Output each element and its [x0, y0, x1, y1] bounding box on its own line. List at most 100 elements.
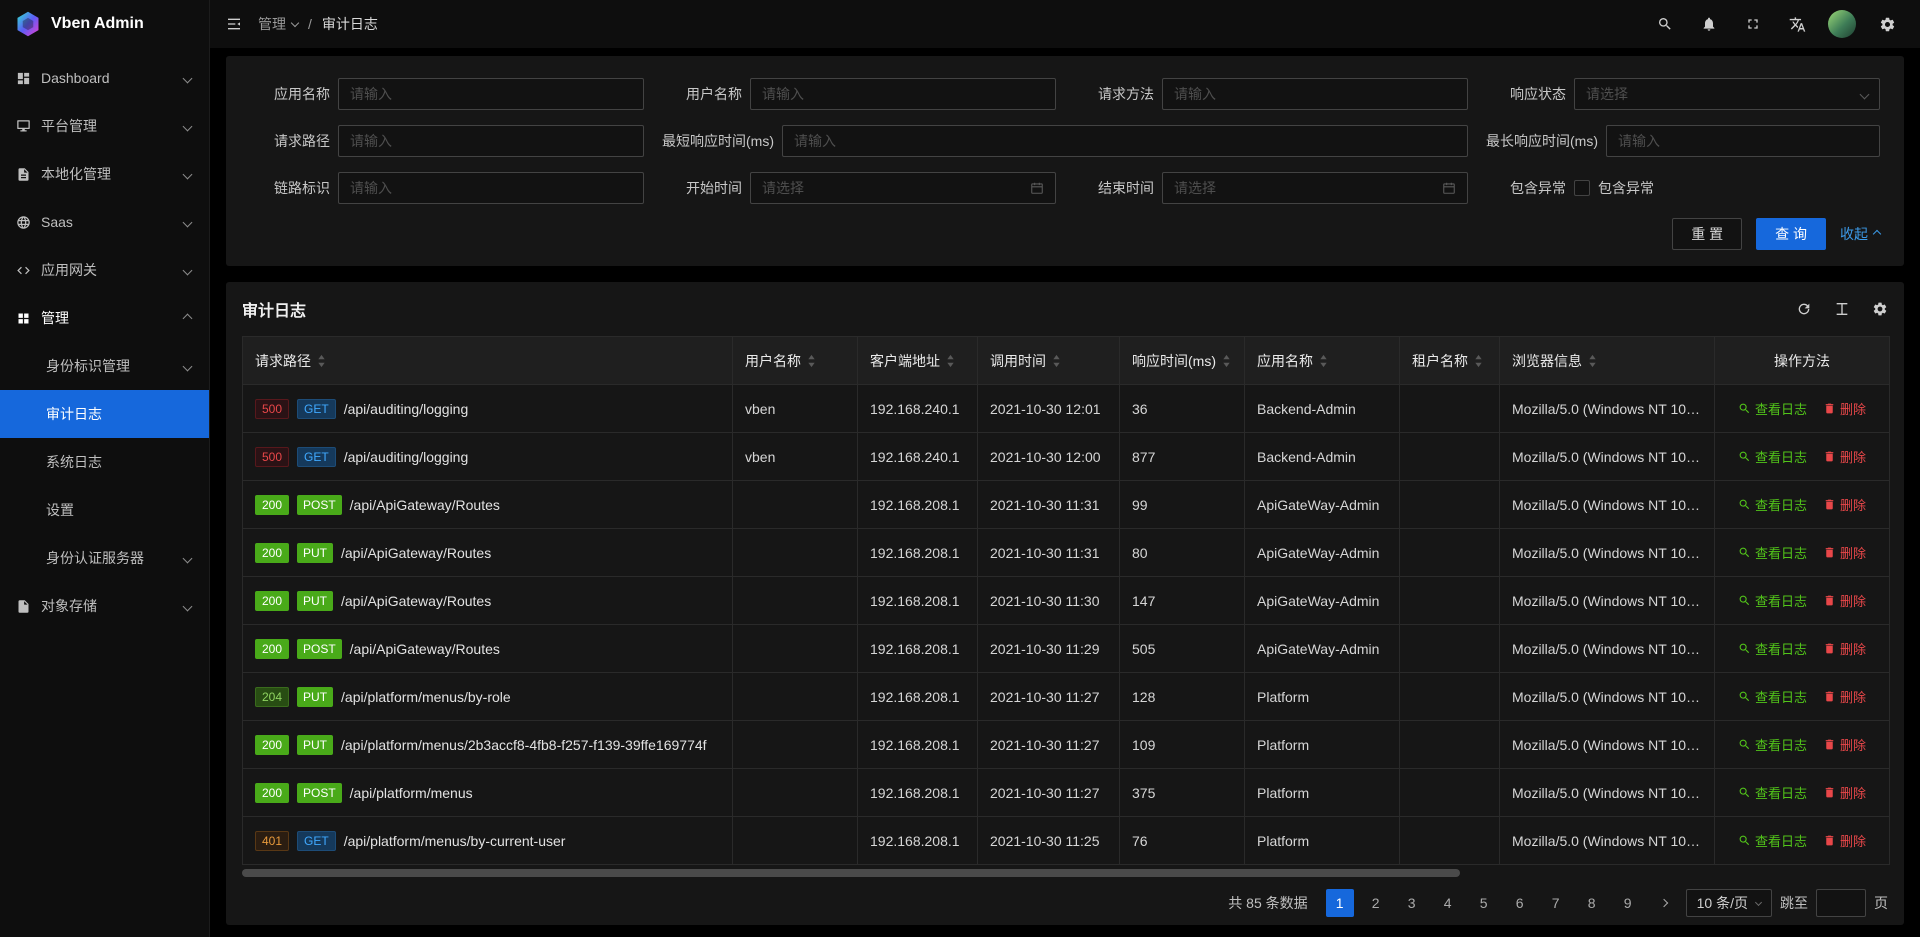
calendar-icon	[1442, 181, 1456, 195]
browser-cell: Mozilla/5.0 (Windows NT 10.0; Win	[1500, 529, 1715, 577]
client-ip-cell: 192.168.208.1	[858, 529, 978, 577]
collapse-link[interactable]: 收起	[1840, 224, 1880, 244]
sidebar-item-identity-management[interactable]: 身份标识管理	[0, 342, 209, 390]
column-header-browser[interactable]: 浏览器信息	[1500, 337, 1715, 385]
page-button[interactable]: 6	[1506, 889, 1534, 917]
search-icon[interactable]	[1648, 7, 1682, 41]
sidebar-item-settings[interactable]: 设置	[0, 486, 209, 534]
column-header-response-time[interactable]: 响应时间(ms)	[1120, 337, 1245, 385]
browser-cell: Mozilla/5.0 (Windows NT 10.0; Win	[1500, 481, 1715, 529]
table-row[interactable]: 204PUT/api/platform/menus/by-role 192.16…	[243, 673, 1890, 721]
sidebar-item-gateway[interactable]: 应用网关	[0, 246, 209, 294]
sidebar-item-localization[interactable]: 本地化管理	[0, 150, 209, 198]
reset-button[interactable]: 重 置	[1672, 218, 1742, 250]
table-row[interactable]: 500GET/api/auditing/logging vben 192.168…	[243, 385, 1890, 433]
page-button[interactable]: 8	[1578, 889, 1606, 917]
view-log-button[interactable]: 查看日志	[1738, 495, 1807, 514]
chevron-down-icon	[183, 169, 193, 179]
delete-button[interactable]: 删除	[1823, 543, 1866, 562]
user-avatar[interactable]	[1828, 10, 1856, 38]
column-header-client-ip[interactable]: 客户端地址	[858, 337, 978, 385]
table-row[interactable]: 200PUT/api/ApiGateway/Routes 192.168.208…	[243, 577, 1890, 625]
refresh-icon[interactable]	[1796, 301, 1812, 317]
table-row[interactable]: 200POST/api/platform/menus 192.168.208.1…	[243, 769, 1890, 817]
table-tools	[1796, 301, 1888, 317]
request-path-cell: 401GET/api/platform/menus/by-current-use…	[243, 817, 733, 865]
next-page-button[interactable]	[1650, 889, 1678, 917]
page-content: 应用名称 用户名称 请求方法 响应状态 请选择	[210, 48, 1920, 937]
scrollbar-thumb[interactable]	[242, 869, 1460, 877]
page-button[interactable]: 5	[1470, 889, 1498, 917]
call-time-cell: 2021-10-30 11:30	[978, 577, 1120, 625]
delete-button[interactable]: 删除	[1823, 591, 1866, 610]
min-response-time-input[interactable]	[782, 125, 1468, 157]
response-status-select[interactable]: 请选择	[1574, 78, 1880, 110]
jump-to-input[interactable]	[1816, 889, 1866, 917]
table-row[interactable]: 500GET/api/auditing/logging vben 192.168…	[243, 433, 1890, 481]
column-settings-icon[interactable]	[1872, 301, 1888, 317]
app-name-input[interactable]	[338, 78, 644, 110]
column-header-app-name[interactable]: 应用名称	[1245, 337, 1400, 385]
sidebar-item-platform[interactable]: 平台管理	[0, 102, 209, 150]
view-log-button[interactable]: 查看日志	[1738, 831, 1807, 850]
column-header-call-time[interactable]: 调用时间	[978, 337, 1120, 385]
sidebar-item-dashboard[interactable]: Dashboard	[0, 54, 209, 102]
sidebar-item-management[interactable]: 管理	[0, 294, 209, 342]
page-button[interactable]: 7	[1542, 889, 1570, 917]
view-log-button[interactable]: 查看日志	[1738, 687, 1807, 706]
storage-icon	[16, 599, 31, 614]
table-row[interactable]: 200POST/api/ApiGateway/Routes 192.168.20…	[243, 625, 1890, 673]
page-button[interactable]: 9	[1614, 889, 1642, 917]
request-path-input[interactable]	[338, 125, 644, 157]
delete-button[interactable]: 删除	[1823, 447, 1866, 466]
view-log-button[interactable]: 查看日志	[1738, 543, 1807, 562]
view-log-button[interactable]: 查看日志	[1738, 783, 1807, 802]
delete-button[interactable]: 删除	[1823, 831, 1866, 850]
sidebar-item-identity-server[interactable]: 身份认证服务器	[0, 534, 209, 582]
view-log-button[interactable]: 查看日志	[1738, 447, 1807, 466]
view-log-button[interactable]: 查看日志	[1738, 735, 1807, 754]
view-log-button[interactable]: 查看日志	[1738, 639, 1807, 658]
start-time-picker[interactable]: 请选择	[750, 172, 1056, 204]
table-row[interactable]: 200PUT/api/ApiGateway/Routes 192.168.208…	[243, 529, 1890, 577]
delete-button[interactable]: 删除	[1823, 399, 1866, 418]
page-size-select[interactable]: 10 条/页	[1686, 889, 1772, 917]
fullscreen-icon[interactable]	[1736, 7, 1770, 41]
delete-button[interactable]: 删除	[1823, 495, 1866, 514]
exception-checkbox[interactable]	[1574, 180, 1590, 196]
delete-button[interactable]: 删除	[1823, 639, 1866, 658]
table-row[interactable]: 401GET/api/platform/menus/by-current-use…	[243, 817, 1890, 865]
settings-icon[interactable]	[1870, 7, 1904, 41]
breadcrumb-parent[interactable]: 管理	[258, 14, 298, 34]
end-time-picker[interactable]: 请选择	[1162, 172, 1468, 204]
sidebar-item-system-log[interactable]: 系统日志	[0, 438, 209, 486]
translate-icon[interactable]	[1780, 7, 1814, 41]
notification-icon[interactable]	[1692, 7, 1726, 41]
page-size-value: 10 条/页	[1697, 893, 1748, 913]
column-header-tenant-name[interactable]: 租户名称	[1400, 337, 1500, 385]
trace-id-input[interactable]	[338, 172, 644, 204]
max-response-time-input[interactable]	[1606, 125, 1880, 157]
user-name-input[interactable]	[750, 78, 1056, 110]
http-method-input[interactable]	[1162, 78, 1468, 110]
view-log-button[interactable]: 查看日志	[1738, 399, 1807, 418]
query-button[interactable]: 查 询	[1756, 218, 1826, 250]
column-header-user-name[interactable]: 用户名称	[733, 337, 858, 385]
delete-button[interactable]: 删除	[1823, 687, 1866, 706]
menu-fold-icon[interactable]	[226, 16, 242, 32]
view-log-button[interactable]: 查看日志	[1738, 591, 1807, 610]
sidebar-item-object-storage[interactable]: 对象存储	[0, 582, 209, 630]
page-button[interactable]: 4	[1434, 889, 1462, 917]
delete-button[interactable]: 删除	[1823, 783, 1866, 802]
page-button[interactable]: 3	[1398, 889, 1426, 917]
app-logo[interactable]: Vben Admin	[0, 0, 209, 48]
table-size-icon[interactable]	[1834, 301, 1850, 317]
sidebar-item-audit-log[interactable]: 审计日志	[0, 390, 209, 438]
delete-button[interactable]: 删除	[1823, 735, 1866, 754]
page-button[interactable]: 2	[1362, 889, 1390, 917]
sidebar-item-saas[interactable]: Saas	[0, 198, 209, 246]
table-row[interactable]: 200PUT/api/platform/menus/2b3accf8-4fb8-…	[243, 721, 1890, 769]
column-header-request-path[interactable]: 请求路径	[243, 337, 733, 385]
page-button[interactable]: 1	[1326, 889, 1354, 917]
table-row[interactable]: 200POST/api/ApiGateway/Routes 192.168.20…	[243, 481, 1890, 529]
